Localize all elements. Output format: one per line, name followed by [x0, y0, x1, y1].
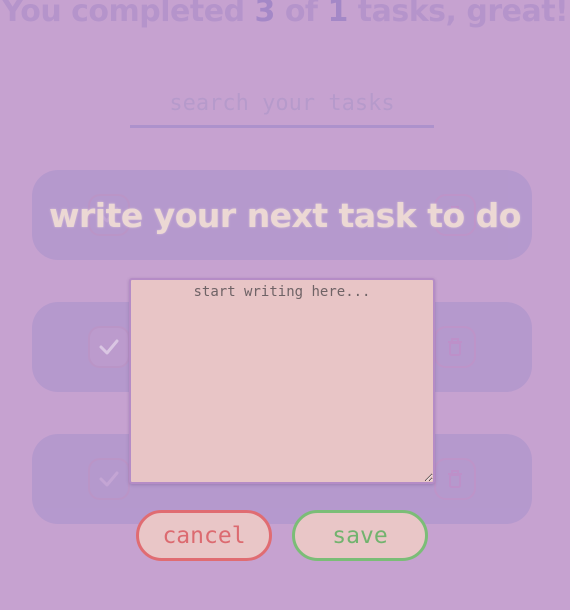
new-task-textarea[interactable] — [129, 278, 435, 484]
search-input[interactable] — [130, 82, 434, 125]
check-icon — [99, 339, 119, 355]
task-check-button[interactable] — [88, 326, 130, 368]
completed-count: 3 — [254, 0, 276, 29]
summary-prefix: You completed — [1, 0, 255, 29]
task-delete-button[interactable] — [434, 458, 476, 500]
total-count: 1 — [327, 0, 348, 29]
save-button[interactable]: save — [292, 510, 428, 561]
search-bar — [130, 82, 434, 128]
completion-summary: You completed 3 of 1 tasks, great! — [0, 0, 570, 29]
trash-icon — [448, 470, 462, 488]
cancel-button[interactable]: cancel — [136, 510, 272, 561]
summary-of: of — [274, 0, 328, 29]
check-icon — [99, 471, 119, 487]
task-check-button[interactable] — [88, 458, 130, 500]
trash-icon — [448, 338, 462, 356]
new-task-modal-title: write your next task to do — [49, 196, 521, 235]
summary-suffix: tasks, great! — [347, 0, 569, 29]
task-delete-button[interactable] — [434, 326, 476, 368]
